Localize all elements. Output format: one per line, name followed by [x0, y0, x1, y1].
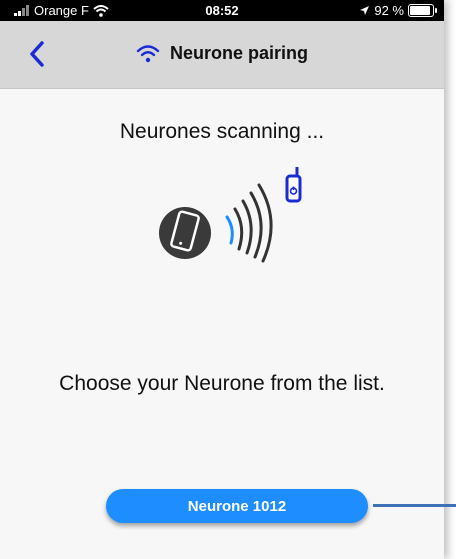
wifi-icon	[136, 44, 160, 62]
phone-screen: Orange F 08:52 92 % Neurone pairing Neur…	[0, 0, 444, 559]
battery-fill	[410, 6, 431, 15]
remote-device-icon	[285, 167, 302, 203]
page-title: Neurone pairing	[169, 43, 308, 63]
location-arrow-icon	[360, 6, 370, 15]
callout-line	[373, 504, 456, 507]
phone-icon	[159, 207, 211, 259]
instruction-text: Choose your Neurone from the list.	[59, 372, 385, 395]
nav-title: Neurone pairing	[0, 43, 444, 64]
device-button-neurone-1012[interactable]: Neurone 1012	[106, 489, 368, 523]
battery-percent: 92 %	[374, 3, 404, 18]
battery-icon	[408, 4, 437, 17]
scanning-status: Neurones scanning ...	[119, 120, 325, 143]
nav-bar: Neurone pairing	[0, 21, 444, 89]
scanning-illustration	[159, 167, 302, 263]
status-right: 92 %	[359, 3, 437, 18]
radio-waves-icon	[225, 183, 273, 263]
status-bar: Orange F 08:52 92 %	[0, 0, 444, 21]
